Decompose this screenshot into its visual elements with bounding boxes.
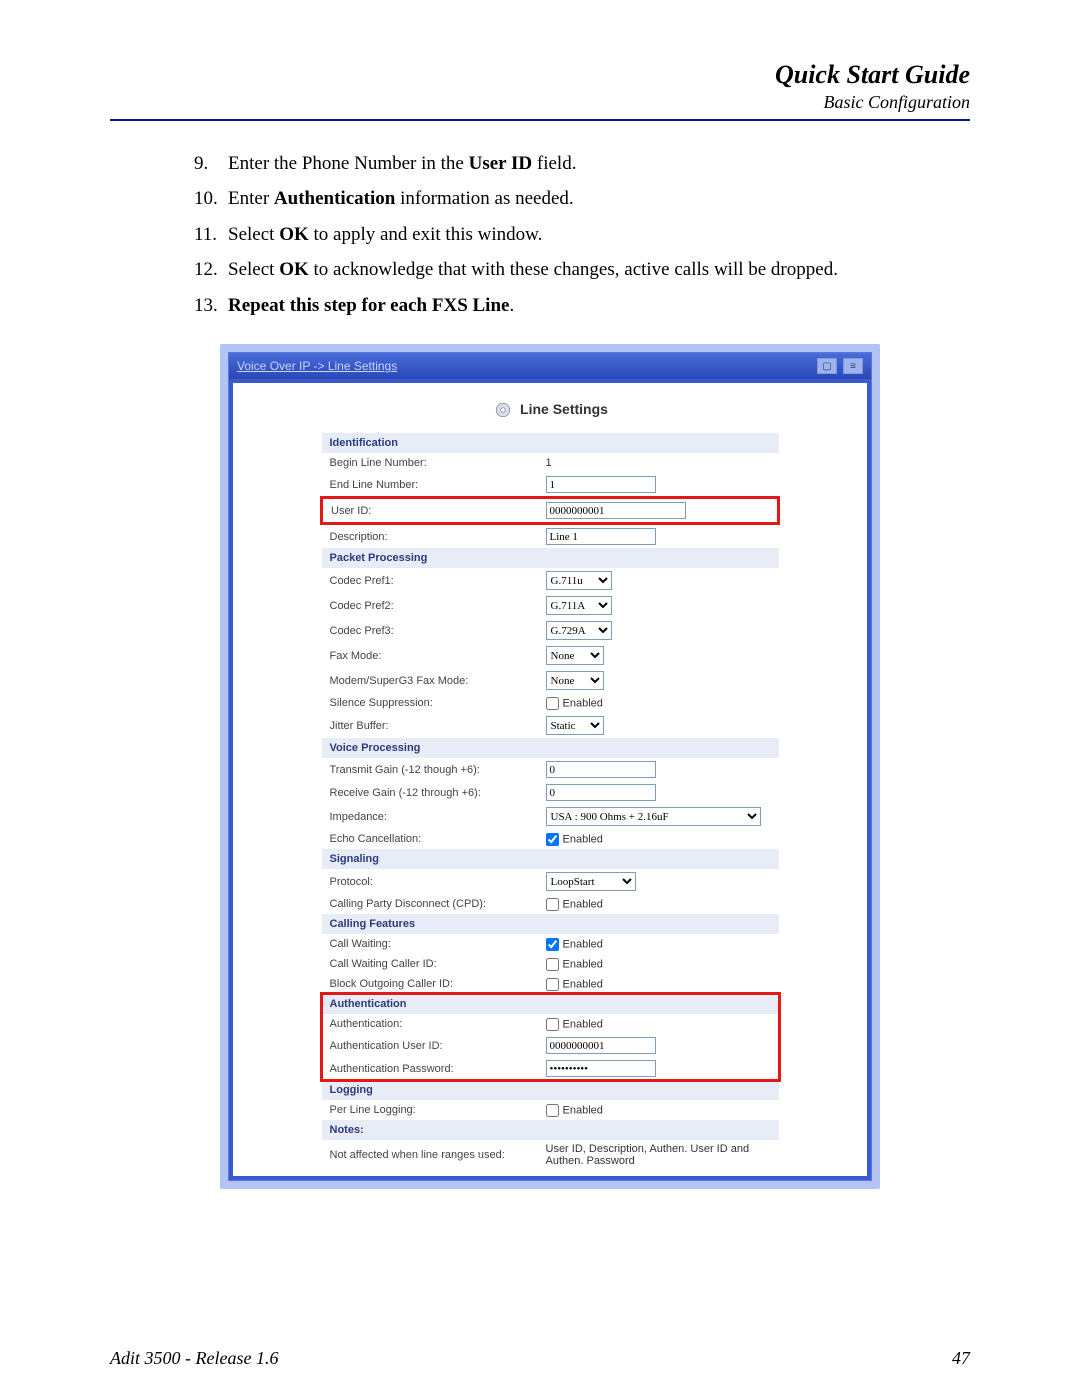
label-silence: Silence Suppression: bbox=[322, 693, 542, 713]
enabled-text: Enabled bbox=[563, 978, 603, 990]
titlebar-layout-icon[interactable]: ▢ bbox=[817, 358, 837, 374]
end-line-input[interactable] bbox=[546, 476, 656, 493]
silence-checkbox[interactable] bbox=[546, 697, 559, 710]
enabled-text: Enabled bbox=[563, 1018, 603, 1030]
titlebar-list-icon[interactable]: ≡ bbox=[843, 358, 863, 374]
enabled-text: Enabled bbox=[563, 938, 603, 950]
enabled-text: Enabled bbox=[563, 898, 603, 910]
step-13: Repeat this step for each FXS Line. bbox=[200, 291, 970, 320]
label-begin-line: Begin Line Number: bbox=[322, 453, 542, 473]
label-auth-pw: Authentication Password: bbox=[322, 1057, 542, 1080]
modem-select[interactable]: None bbox=[546, 671, 604, 690]
app-titlebar: Voice Over IP -> Line Settings ▢ ≡ bbox=[229, 353, 871, 379]
auth-user-id-input[interactable] bbox=[546, 1037, 656, 1054]
panel-title: Line Settings bbox=[245, 401, 855, 419]
enabled-text: Enabled bbox=[563, 1104, 603, 1116]
cpd-checkbox[interactable] bbox=[546, 898, 559, 911]
label-user-id: User ID: bbox=[322, 498, 542, 524]
label-per-line-log: Per Line Logging: bbox=[322, 1100, 542, 1120]
label-auth-uid: Authentication User ID: bbox=[322, 1034, 542, 1057]
step-13-b: Repeat this step for each FXS Line bbox=[228, 295, 509, 316]
doc-guide-subtitle: Basic Configuration bbox=[110, 92, 970, 113]
label-fax: Fax Mode: bbox=[322, 643, 542, 668]
step-12: Select OK to acknowledge that with these… bbox=[200, 255, 970, 284]
label-echo: Echo Cancellation: bbox=[322, 829, 542, 849]
label-protocol: Protocol: bbox=[322, 869, 542, 894]
settings-table: Identification Begin Line Number: 1 End … bbox=[320, 433, 780, 1170]
step-10-p1: Enter bbox=[228, 188, 274, 209]
enabled-text: Enabled bbox=[563, 697, 603, 709]
step-10-p2: information as needed. bbox=[395, 188, 573, 209]
step-9: Enter the Phone Number in the User ID fi… bbox=[200, 149, 970, 178]
gear-icon bbox=[492, 401, 514, 419]
screenshot-figure: Voice Over IP -> Line Settings ▢ ≡ Line … bbox=[220, 344, 970, 1189]
tx-gain-input[interactable] bbox=[546, 761, 656, 778]
label-cpd: Calling Party Disconnect (CPD): bbox=[322, 894, 542, 914]
step-9-p1: Enter the Phone Number in the bbox=[228, 153, 469, 174]
call-waiting-checkbox[interactable] bbox=[546, 938, 559, 951]
echo-checkbox[interactable] bbox=[546, 833, 559, 846]
codec2-select[interactable]: G.711A bbox=[546, 596, 612, 615]
rx-gain-input[interactable] bbox=[546, 784, 656, 801]
section-auth: Authentication bbox=[322, 994, 779, 1014]
step-9-p2: field. bbox=[532, 153, 576, 174]
label-codec2: Codec Pref2: bbox=[322, 593, 542, 618]
block-cid-checkbox[interactable] bbox=[546, 978, 559, 991]
fax-select[interactable]: None bbox=[546, 646, 604, 665]
step-11-p2: to apply and exit this window. bbox=[309, 224, 543, 245]
label-description: Description: bbox=[322, 524, 542, 549]
label-rx-gain: Receive Gain (-12 through +6): bbox=[322, 781, 542, 804]
step-11-p1: Select bbox=[228, 224, 279, 245]
label-end-line: End Line Number: bbox=[322, 473, 542, 498]
section-packet: Packet Processing bbox=[322, 548, 779, 568]
label-tx-gain: Transmit Gain (-12 though +6): bbox=[322, 758, 542, 781]
user-id-input[interactable] bbox=[546, 502, 686, 519]
step-11-b: OK bbox=[279, 224, 309, 245]
label-modem: Modem/SuperG3 Fax Mode: bbox=[322, 668, 542, 693]
panel-title-text: Line Settings bbox=[520, 401, 608, 417]
section-signaling: Signaling bbox=[322, 849, 779, 869]
auth-checkbox[interactable] bbox=[546, 1018, 559, 1031]
label-block-cid: Block Outgoing Caller ID: bbox=[322, 974, 542, 994]
step-10: Enter Authentication information as need… bbox=[200, 184, 970, 213]
header-rule bbox=[110, 119, 970, 121]
auth-password-input[interactable] bbox=[546, 1060, 656, 1077]
section-notes: Notes: bbox=[322, 1120, 779, 1140]
description-input[interactable] bbox=[546, 528, 656, 545]
per-line-log-checkbox[interactable] bbox=[546, 1104, 559, 1117]
codec1-select[interactable]: G.711u bbox=[546, 571, 612, 590]
doc-guide-title: Quick Start Guide bbox=[110, 60, 970, 90]
step-11: Select OK to apply and exit this window. bbox=[200, 220, 970, 249]
label-codec3: Codec Pref3: bbox=[322, 618, 542, 643]
value-begin-line: 1 bbox=[542, 453, 779, 473]
section-voice: Voice Processing bbox=[322, 738, 779, 758]
step-12-p1: Select bbox=[228, 259, 279, 280]
label-notes-line: Not affected when line ranges used: bbox=[322, 1140, 542, 1170]
section-logging: Logging bbox=[322, 1080, 779, 1100]
step-12-p2: to acknowledge that with these changes, … bbox=[309, 259, 838, 280]
cw-cid-checkbox[interactable] bbox=[546, 958, 559, 971]
section-calling: Calling Features bbox=[322, 914, 779, 934]
label-cw-caller-id: Call Waiting Caller ID: bbox=[322, 954, 542, 974]
label-jitter: Jitter Buffer: bbox=[322, 713, 542, 738]
footer-left: Adit 3500 - Release 1.6 bbox=[110, 1348, 278, 1369]
label-auth-enabled: Authentication: bbox=[322, 1014, 542, 1034]
notes-text: User ID, Description, Authen. User ID an… bbox=[542, 1140, 779, 1170]
breadcrumb[interactable]: Voice Over IP -> Line Settings bbox=[237, 359, 397, 373]
impedance-select[interactable]: USA : 900 Ohms + 2.16uF bbox=[546, 807, 761, 826]
jitter-select[interactable]: Static bbox=[546, 716, 604, 735]
instruction-list: Enter the Phone Number in the User ID fi… bbox=[200, 149, 970, 320]
section-identification: Identification bbox=[322, 433, 779, 453]
protocol-select[interactable]: LoopStart bbox=[546, 872, 636, 891]
step-12-b: OK bbox=[279, 259, 309, 280]
enabled-text: Enabled bbox=[563, 833, 603, 845]
label-impedance: Impedance: bbox=[322, 804, 542, 829]
step-10-b: Authentication bbox=[274, 188, 395, 209]
step-9-b: User ID bbox=[469, 153, 533, 174]
codec3-select[interactable]: G.729A bbox=[546, 621, 612, 640]
label-call-waiting: Call Waiting: bbox=[322, 934, 542, 954]
footer-page-number: 47 bbox=[952, 1348, 970, 1369]
label-codec1: Codec Pref1: bbox=[322, 568, 542, 593]
enabled-text: Enabled bbox=[563, 958, 603, 970]
